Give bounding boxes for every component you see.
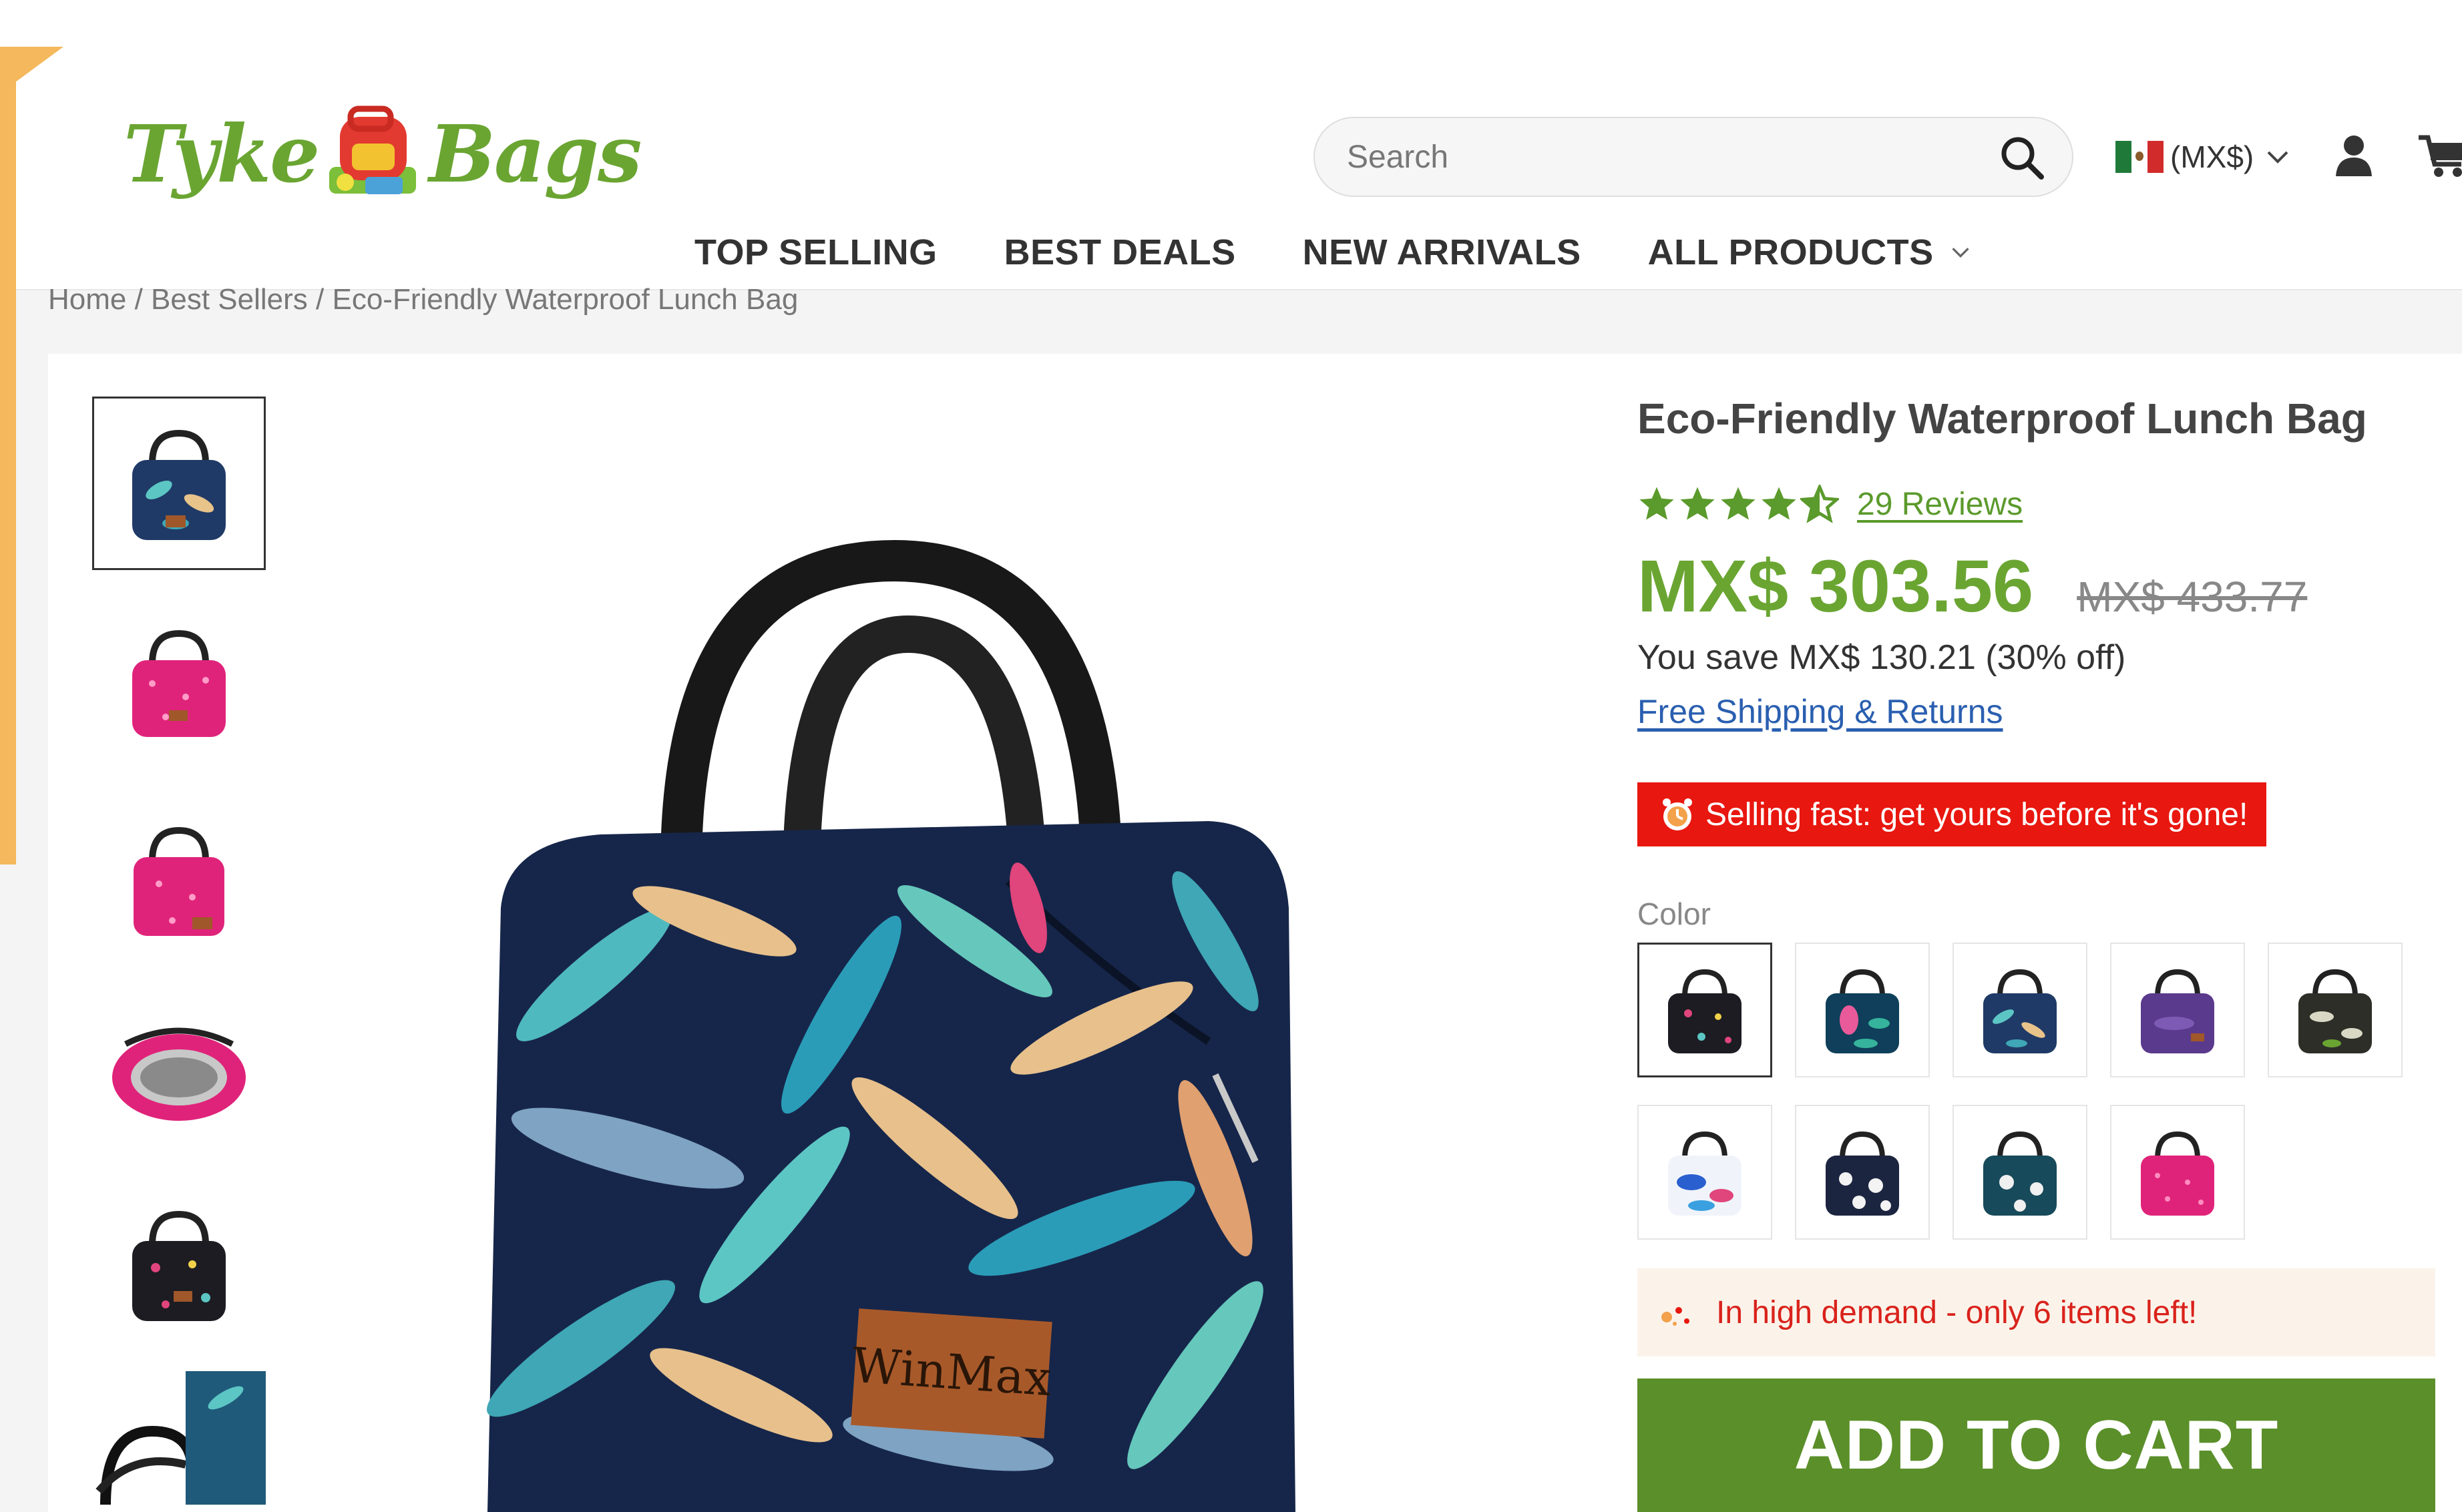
thumbnail-handle-detail[interactable] <box>92 1371 266 1505</box>
nav-best-deals[interactable]: BEST DEALS <box>1004 232 1236 273</box>
free-shipping-link[interactable]: Free Shipping & Returns <box>1637 692 2003 731</box>
search-icon[interactable] <box>1999 134 2045 181</box>
chevron-down-icon <box>1952 248 1969 258</box>
product-title: Eco-Friendly Waterproof Lunch Bag <box>1637 395 2367 443</box>
star-filled-icon <box>1639 487 1674 520</box>
color-swatch-pink-dots[interactable] <box>2110 1105 2245 1240</box>
bag-swatch-image <box>2141 1131 2214 1216</box>
backpack-logo-icon <box>325 103 422 204</box>
star-filled-icon <box>1721 487 1756 520</box>
color-swatch-white-blue-abstract[interactable] <box>1637 1105 1772 1240</box>
thumbnail-pink-open[interactable] <box>92 984 266 1158</box>
bag-thumbnail-image <box>134 826 224 936</box>
product-rating: 29 Reviews <box>1637 481 2023 527</box>
logo-text-right: Bags <box>429 107 642 200</box>
bag-thumbnail-image <box>132 1210 226 1321</box>
currency-selector[interactable]: (MX$) <box>2115 130 2292 184</box>
bag-thumbnail-image <box>95 1371 266 1505</box>
nav-all-products[interactable]: ALL PRODUCTS <box>1648 232 1973 273</box>
site-header: Tyke Bags (MX$) <box>0 0 2462 290</box>
price-row: MX$ 303.56 MX$ 433.77 <box>1637 544 2307 629</box>
mexico-flag-icon <box>2115 141 2164 173</box>
demand-notice: In high demand - only 6 items left! <box>1637 1268 2435 1356</box>
add-to-cart-button[interactable]: ADD TO CART <box>1637 1378 2435 1512</box>
star-filled-icon <box>1680 487 1715 520</box>
bag-swatch-image <box>1668 969 1741 1053</box>
color-swatch-blue-leaves[interactable] <box>1953 943 2087 1077</box>
decorative-accent-tip <box>0 47 63 93</box>
chevron-down-icon <box>2267 151 2288 164</box>
bag-swatch-image <box>2298 969 2372 1053</box>
star-half-icon <box>1800 485 1839 523</box>
currency-label: (MX$) <box>2170 140 2254 174</box>
shopping-cart-icon[interactable] <box>2417 132 2462 179</box>
bag-swatch-image <box>1983 969 2057 1053</box>
product-main-image[interactable]: WinMax <box>427 507 1429 1512</box>
color-swatch-navy-flamingo[interactable] <box>1795 943 1930 1077</box>
search-input[interactable] <box>1347 118 1948 196</box>
bag-swatch-image <box>1826 969 1899 1053</box>
decorative-accent-bar <box>0 47 16 864</box>
thumbnail-pink-side[interactable] <box>92 790 266 964</box>
site-logo[interactable]: Tyke Bags <box>124 93 642 214</box>
reviews-link[interactable]: 29 Reviews <box>1857 486 2023 523</box>
demand-text: In high demand - only 6 items left! <box>1716 1294 2198 1330</box>
alarm-clock-icon <box>1663 798 1692 830</box>
color-swatch-dark-tropical[interactable] <box>2268 943 2403 1077</box>
star-filled-icon <box>1762 487 1796 520</box>
logo-text-left: Tyke <box>124 107 320 200</box>
main-nav: TOP SELLING BEST DEALS NEW ARRIVALS ALL … <box>694 226 2039 279</box>
thumbnail-blue-leaves[interactable] <box>92 397 266 570</box>
bag-thumbnail-image <box>132 629 226 737</box>
color-swatch-black-floral[interactable] <box>1637 943 1772 1077</box>
color-swatch-purple[interactable] <box>2110 943 2245 1077</box>
color-label: Color <box>1637 897 1711 931</box>
user-account-icon[interactable] <box>2330 132 2377 179</box>
breadcrumb[interactable]: Home / Best Sellers / Eco-Friendly Water… <box>48 283 798 316</box>
color-swatch-navy-white-floral[interactable] <box>1795 1105 1930 1240</box>
urgency-text: Selling fast: get yours before it's gone… <box>1705 796 2248 832</box>
nav-new-arrivals[interactable]: NEW ARRIVALS <box>1303 232 1581 273</box>
thumbnail-black-floral[interactable] <box>92 1178 266 1351</box>
nav-all-products-label: ALL PRODUCTS <box>1647 232 1934 272</box>
bag-swatch-image <box>1983 1131 2057 1216</box>
bag-swatch-image <box>1668 1131 1741 1216</box>
nav-top-selling[interactable]: TOP SELLING <box>694 232 938 273</box>
bag-thumbnail-image <box>112 1027 246 1121</box>
bag-swatch-image <box>2141 969 2214 1053</box>
urgency-banner: Selling fast: get yours before it's gone… <box>1637 782 2266 846</box>
bag-thumbnail-image <box>132 429 226 540</box>
fire-dots-icon <box>1661 1307 1689 1326</box>
sale-price: MX$ 303.56 <box>1637 545 2034 627</box>
thumbnail-pink-front[interactable] <box>92 597 266 770</box>
bag-swatch-image <box>1826 1131 1899 1216</box>
savings-text: You save MX$ 130.21 (30% off) <box>1637 638 2126 677</box>
color-swatch-teal-white-floral[interactable] <box>1953 1105 2087 1240</box>
original-price: MX$ 433.77 <box>2077 573 2308 621</box>
search-bar <box>1313 117 2073 197</box>
